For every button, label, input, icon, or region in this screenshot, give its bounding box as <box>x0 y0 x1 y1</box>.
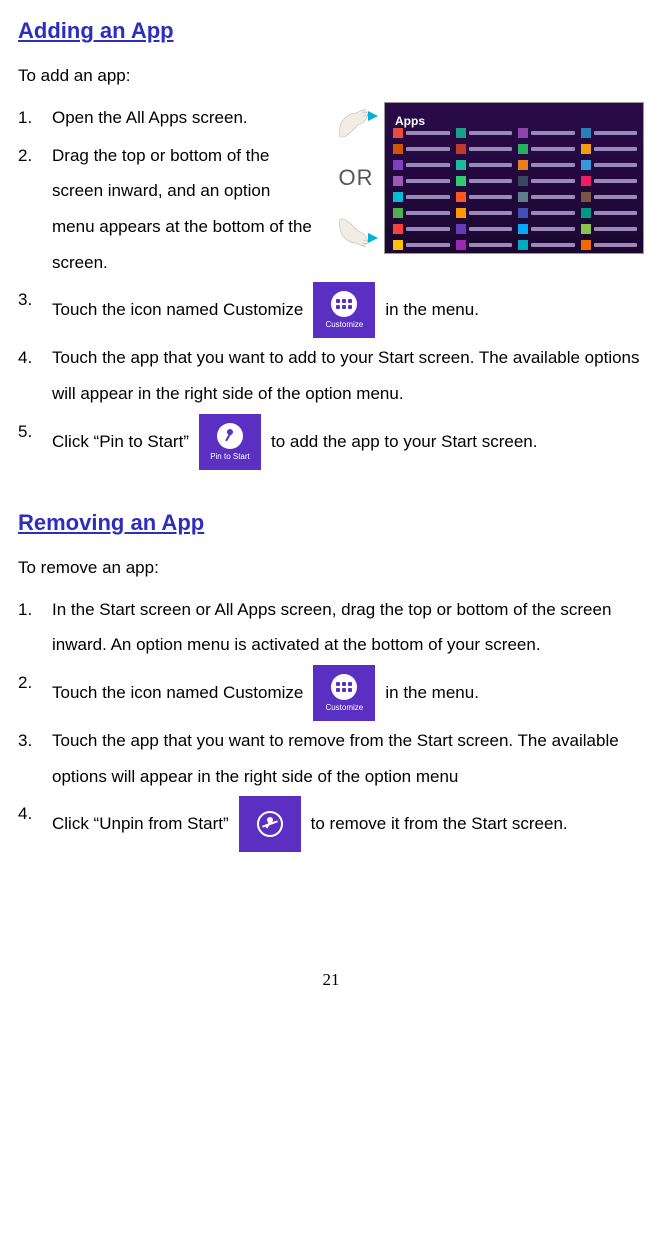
app-tile <box>456 239 513 251</box>
app-tile <box>393 191 450 203</box>
list-item: Touch the icon named Customize Customize… <box>52 282 644 338</box>
adding-intro: To add an app: <box>18 58 644 94</box>
list-number: 3. <box>18 723 52 759</box>
app-tile <box>456 143 513 155</box>
step3-post: in the menu. <box>385 292 479 328</box>
app-tile <box>581 159 638 171</box>
list-item: Drag the top or bottom of the screen inw… <box>52 138 312 281</box>
app-tile <box>393 223 450 235</box>
app-tile <box>518 175 575 187</box>
rstep4-pre: Click “Unpin from Start” <box>52 806 229 842</box>
app-tile <box>581 239 638 251</box>
app-tile <box>581 191 638 203</box>
pin-to-start-icon: Pin to Start <box>199 414 261 470</box>
list-number: 1. <box>18 592 52 628</box>
list-item: Click “Pin to Start” Pin to Start to add… <box>52 414 644 470</box>
apps-screen-illustration: Apps <box>384 102 644 254</box>
list-number: 1. <box>18 100 52 136</box>
app-tile <box>518 127 575 139</box>
list-number: 2. <box>18 665 52 701</box>
list-number: 2. <box>18 138 52 174</box>
app-tile <box>456 207 513 219</box>
app-tile <box>393 143 450 155</box>
heading-removing-app: Removing an App <box>18 500 644 546</box>
list-number: 4. <box>18 796 52 832</box>
list-item: Touch the app that you want to add to yo… <box>52 340 644 411</box>
rstep2-pre: Touch the icon named Customize <box>52 675 303 711</box>
removing-steps-list: 1. In the Start screen or All Apps scree… <box>18 592 644 853</box>
pin-icon-caption: Pin to Start <box>210 453 250 461</box>
app-tile <box>456 191 513 203</box>
step3-pre: Touch the icon named Customize <box>52 292 303 328</box>
app-tile <box>393 127 450 139</box>
app-tile <box>581 223 638 235</box>
app-tile <box>456 175 513 187</box>
app-tile <box>518 207 575 219</box>
step5-post: to add the app to your Start screen. <box>271 424 538 460</box>
app-tile <box>518 223 575 235</box>
rstep2-post: in the menu. <box>385 675 479 711</box>
hand-swipe-up-icon <box>336 215 376 253</box>
app-tile <box>393 239 450 251</box>
app-tile <box>456 127 513 139</box>
list-item: Click “Unpin from Start” to remove it fr… <box>52 796 644 852</box>
page-number: 21 <box>18 962 644 998</box>
list-item: In the Start screen or All Apps screen, … <box>52 592 644 663</box>
unpin-from-start-icon <box>239 796 301 852</box>
app-tile <box>518 143 575 155</box>
app-tile <box>518 159 575 171</box>
app-tile <box>456 223 513 235</box>
app-tile <box>581 143 638 155</box>
customize-icon-caption: Customize <box>325 321 363 329</box>
customize-icon: Customize <box>313 665 375 721</box>
app-tile <box>456 159 513 171</box>
app-tile <box>581 175 638 187</box>
apps-gesture-figure: OR Apps <box>334 102 644 254</box>
app-tile <box>581 207 638 219</box>
list-number: 4. <box>18 340 52 376</box>
list-number: 5. <box>18 414 52 450</box>
list-item: Open the All Apps screen. <box>52 100 312 136</box>
list-item: Touch the app that you want to remove fr… <box>52 723 644 794</box>
app-tile <box>393 207 450 219</box>
app-tile <box>581 127 638 139</box>
removing-intro: To remove an app: <box>18 550 644 586</box>
step5-pre: Click “Pin to Start” <box>52 424 189 460</box>
app-tile <box>393 175 450 187</box>
customize-icon: Customize <box>313 282 375 338</box>
app-tile <box>518 191 575 203</box>
list-number: 3. <box>18 282 52 318</box>
hand-swipe-down-icon <box>336 103 376 141</box>
app-tile <box>518 239 575 251</box>
rstep4-post: to remove it from the Start screen. <box>311 806 568 842</box>
app-tile <box>393 159 450 171</box>
or-label: OR <box>339 155 374 201</box>
customize-icon-caption: Customize <box>325 704 363 712</box>
list-item: Touch the icon named Customize Customize… <box>52 665 644 721</box>
heading-adding-app: Adding an App <box>18 8 644 54</box>
